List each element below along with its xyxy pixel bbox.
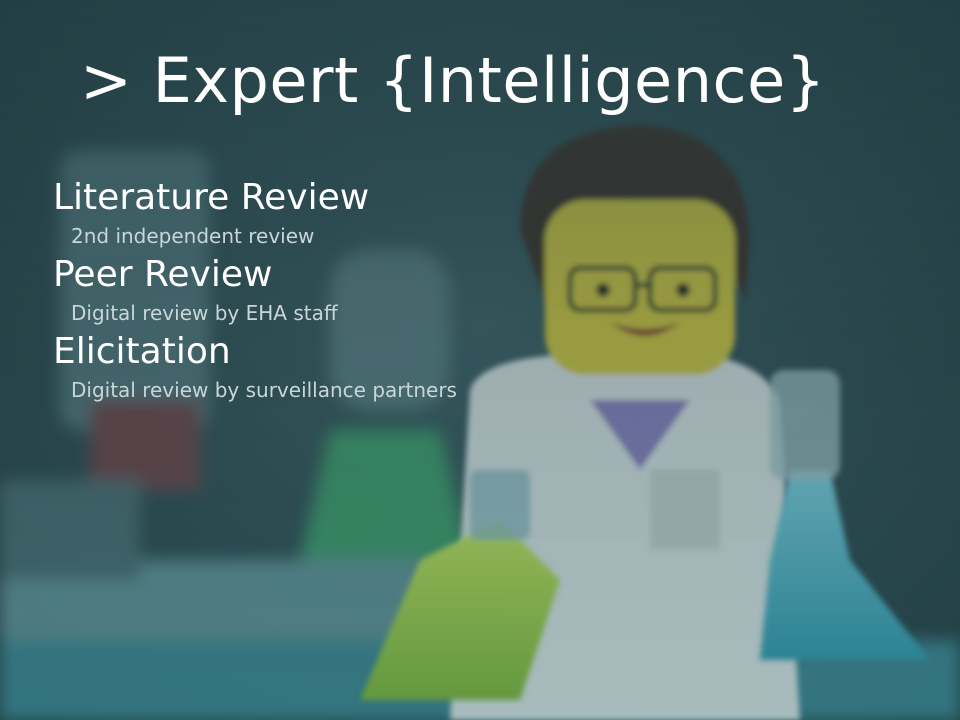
- item-subtext: Digital review by EHA staff: [71, 301, 338, 325]
- item-subtext: 2nd independent review: [71, 224, 315, 248]
- item-heading: Literature Review: [53, 177, 370, 218]
- bullet-list: Literature Review 2nd independent review…: [53, 178, 653, 409]
- slide: > Expert {Intelligence} Literature Revie…: [0, 0, 960, 720]
- list-item: Literature Review 2nd independent review: [53, 178, 653, 255]
- item-heading: Elicitation: [53, 331, 231, 372]
- item-heading: Peer Review: [53, 254, 273, 295]
- slide-title: > Expert {Intelligence}: [80, 44, 826, 117]
- list-item: Elicitation Digital review by surveillan…: [53, 332, 653, 409]
- item-subtext: Digital review by surveillance partners: [71, 378, 457, 402]
- list-item: Peer Review Digital review by EHA staff: [53, 255, 653, 332]
